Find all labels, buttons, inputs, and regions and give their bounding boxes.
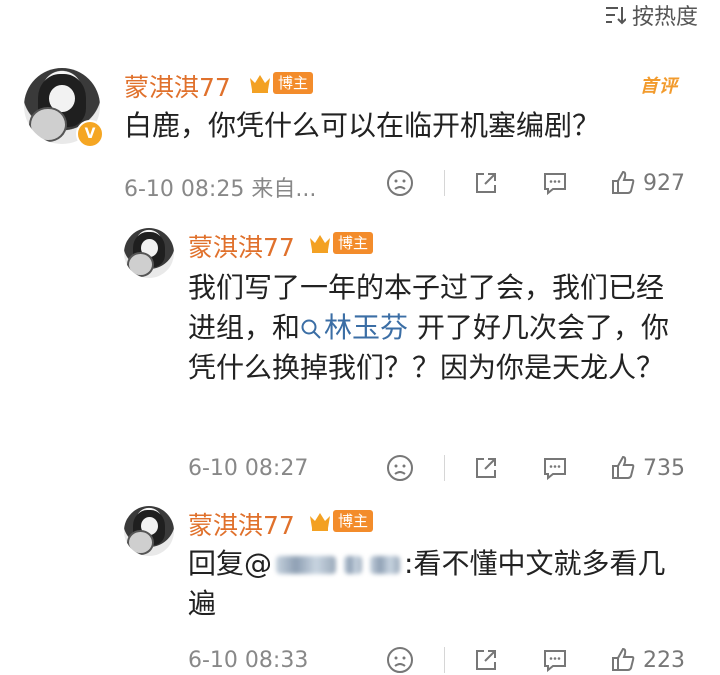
comment-item: 蒙淇淇77 博主 我们写了一年的本子过了会，我们已经进组，和 林玉芬 开了好几次会…	[0, 222, 720, 492]
comment-item: 蒙淇淇77 博主 回复@:看不懂中文就多看几遍 6-10 08:33 223	[0, 500, 720, 674]
comment-icon	[544, 173, 566, 196]
comment-text: 我们写了一年的本子过了会，我们已经进组，和 林玉芬 开了好几次会了，你凭什么换掉我…	[188, 271, 669, 384]
dislike-face-icon	[387, 170, 413, 196]
comment-icon	[544, 458, 566, 481]
share-button[interactable]	[472, 645, 500, 675]
share-icon	[476, 173, 496, 193]
like-count: 735	[643, 455, 685, 481]
comment-time: 6-10 08:33	[188, 648, 309, 673]
like-count: 927	[643, 170, 685, 196]
dislike-button[interactable]	[386, 453, 414, 483]
comment-text: 回复@:看不懂中文就多看几遍	[188, 547, 666, 620]
crown-icon	[310, 513, 330, 531]
like-button[interactable]: 927	[609, 168, 685, 198]
comment-button[interactable]	[541, 168, 569, 198]
divider	[444, 455, 445, 481]
comment-item: V 蒙淇淇77 博主 首评 白鹿，你凭什么可以在临开机塞编剧？ 6-10 08:…	[0, 60, 720, 210]
comment-time: 6-10 08:27	[188, 456, 309, 481]
like-count: 223	[643, 647, 685, 673]
share-button[interactable]	[472, 453, 500, 483]
first-comment-badge: 首评	[640, 76, 678, 97]
mention-link[interactable]: 林玉芬	[300, 311, 408, 344]
crown-icon	[250, 75, 270, 93]
redacted-username	[276, 556, 337, 574]
share-icon	[476, 458, 496, 478]
blogger-tag: 博主	[333, 232, 374, 254]
sort-icon	[605, 7, 626, 25]
sort-button[interactable]: 按热度	[604, 0, 698, 30]
dislike-face-icon	[387, 647, 413, 673]
divider	[444, 170, 445, 196]
thumbs-up-icon	[612, 647, 635, 671]
like-button[interactable]: 223	[609, 645, 685, 675]
redacted-username	[370, 556, 401, 574]
verified-icon: V	[76, 120, 104, 148]
redacted-username	[344, 556, 363, 574]
like-button[interactable]: 735	[609, 453, 685, 483]
avatar[interactable]	[124, 228, 174, 278]
username[interactable]: 蒙淇淇77	[124, 68, 231, 104]
username[interactable]: 蒙淇淇77	[188, 506, 295, 542]
comment-time: 6-10 08:25 来自...	[124, 177, 317, 202]
share-icon	[476, 650, 496, 670]
sort-label: 按热度	[631, 5, 698, 30]
comment-text: 白鹿，你凭什么可以在临开机塞编剧？	[124, 109, 601, 142]
comment-button[interactable]	[541, 645, 569, 675]
blogger-tag: 博主	[333, 510, 374, 532]
username[interactable]: 蒙淇淇77	[188, 228, 295, 264]
divider	[444, 647, 445, 673]
thumbs-up-icon	[612, 455, 635, 479]
comment-button[interactable]	[541, 453, 569, 483]
dislike-button[interactable]	[386, 645, 414, 675]
dislike-button[interactable]	[386, 168, 414, 198]
avatar[interactable]	[124, 506, 174, 556]
blogger-tag: 博主	[273, 72, 314, 94]
comment-icon	[544, 650, 566, 673]
thumbs-up-icon	[612, 170, 635, 194]
dislike-face-icon	[387, 455, 413, 481]
crown-icon	[310, 235, 330, 253]
search-icon	[301, 319, 321, 339]
share-button[interactable]	[472, 168, 500, 198]
